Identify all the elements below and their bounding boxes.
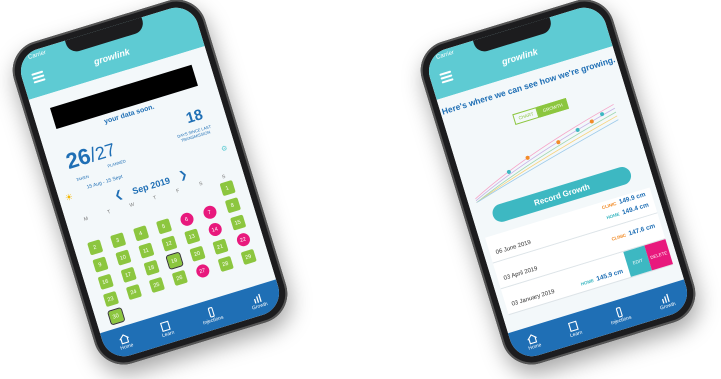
calendar-day[interactable]: 27 (194, 262, 211, 280)
calendar-day (177, 287, 193, 303)
nav-home[interactable]: Home (116, 331, 134, 351)
days-since-label: DAYS SINCE LAST TRANSMISSION (176, 123, 212, 144)
calendar-day[interactable]: 18 (143, 259, 160, 277)
calendar-day[interactable]: 22 (234, 231, 252, 248)
entry-source: CLINIC (610, 232, 627, 242)
right-phone: Carrier growlink Here's where we can see… (413, 0, 703, 372)
calendar-day (104, 215, 120, 231)
calendar-day[interactable]: 26 (171, 269, 188, 287)
calendar-day[interactable]: 19 (164, 251, 184, 271)
calendar-day (131, 301, 147, 317)
calendar-day[interactable]: 8 (224, 197, 241, 214)
calendar-day[interactable]: 1 (219, 180, 236, 197)
entry-source: HOME (580, 277, 595, 287)
date-range: 15 Aug - 15 Sept (86, 173, 124, 191)
nav-learn[interactable]: Learn (566, 319, 583, 339)
calendar-day[interactable]: 6 (178, 211, 195, 228)
left-phone: Carrier growlink your data soon. 26/27 T… (5, 0, 295, 372)
calendar-day (199, 280, 215, 296)
nav-injections[interactable]: Injections (607, 304, 632, 326)
calendar-day[interactable]: 15 (229, 214, 246, 231)
calendar-day (173, 194, 189, 210)
calendar-day[interactable]: 13 (183, 228, 200, 245)
calendar-day[interactable]: 20 (188, 245, 206, 262)
chevron-left-icon[interactable]: ❮ (113, 189, 124, 202)
calendar-day (222, 273, 238, 289)
chevron-right-icon[interactable]: ❯ (178, 169, 189, 182)
measurement-point (589, 119, 594, 124)
entry-value: 145.9 cm (595, 268, 625, 283)
calendar-day[interactable]: 17 (120, 266, 137, 284)
carrier-label: Carrier (435, 49, 455, 61)
entry-value: 147.6 cm (627, 222, 657, 238)
nav-growth[interactable]: Growth (248, 290, 268, 311)
entry-source: HOME (605, 211, 621, 221)
entry-source: CLINIC (601, 200, 618, 211)
calendar-day[interactable]: 23 (102, 291, 119, 308)
calendar-day[interactable]: 3 (109, 232, 126, 249)
calendar-day (196, 187, 212, 203)
clinic-entry: CLINIC147.6 cm (610, 222, 657, 243)
calendar-day[interactable]: 5 (155, 218, 172, 235)
growth-screen: Carrier growlink Here's where we can see… (423, 2, 693, 362)
days-since-count: 18 (184, 106, 205, 128)
nav-growth[interactable]: Growth (656, 290, 676, 311)
calendar-day[interactable]: 28 (217, 255, 234, 273)
calendar-day[interactable]: 24 (125, 284, 142, 301)
taken-planned-counter: 26/27 (62, 139, 118, 174)
calendar-day[interactable]: 12 (160, 235, 177, 252)
calendar-day[interactable]: 4 (132, 225, 149, 242)
calendar-day[interactable]: 29 (240, 248, 257, 266)
calendar-day (150, 201, 166, 217)
calendar-screen: Carrier growlink your data soon. 26/27 T… (15, 2, 285, 362)
calendar-day[interactable]: 21 (211, 238, 229, 255)
nav-learn[interactable]: Learn (158, 319, 175, 339)
calendar-day[interactable]: 2 (86, 239, 103, 256)
gear-icon[interactable]: ⚙ (220, 144, 229, 154)
nav-injections[interactable]: Injections (199, 304, 224, 326)
carrier-label: Carrier (27, 49, 47, 61)
calendar-day (245, 266, 261, 282)
calendar-day[interactable]: 30 (106, 307, 126, 326)
calendar-day[interactable]: 25 (148, 277, 165, 294)
calendar-day[interactable]: 11 (137, 242, 155, 259)
measurement-point (575, 127, 580, 132)
calendar-day (154, 294, 170, 310)
taken-label: TAKEN (75, 173, 90, 183)
calendar-day[interactable]: 7 (201, 204, 218, 221)
nav-home[interactable]: Home (524, 331, 542, 351)
home-entry: HOME145.9 cm (580, 268, 624, 288)
calendar-day[interactable]: 14 (206, 221, 223, 238)
calendar-day[interactable]: 16 (97, 273, 114, 291)
row-date: 03 January 2019 (511, 288, 556, 308)
calendar-day[interactable]: 9 (91, 256, 109, 273)
calendar-day[interactable]: 10 (114, 249, 132, 266)
calendar-day (127, 208, 143, 224)
calendar-day (81, 222, 97, 238)
